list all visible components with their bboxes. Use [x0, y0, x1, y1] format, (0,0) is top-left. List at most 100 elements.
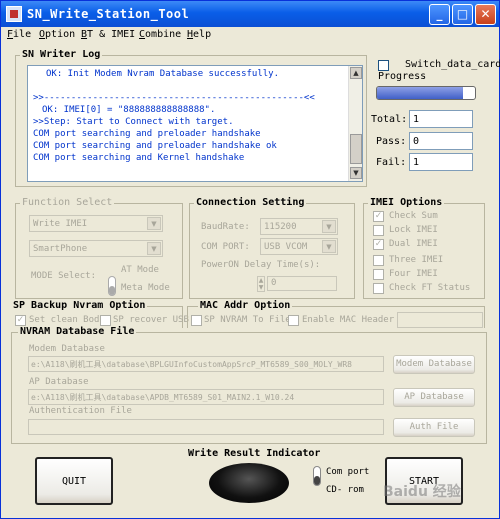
ap-database-path[interactable]: e:\A118\刷机工具\database\APDB_MT6589_S01_MA…	[28, 389, 384, 405]
fail-field[interactable]: 1	[409, 153, 473, 171]
result-indicator-led	[209, 463, 289, 503]
check-ft-status-checkbox[interactable]	[373, 283, 384, 294]
com-port-option[interactable]: Com port	[326, 467, 369, 477]
mac-addr-title: MAC Addr Option	[198, 300, 293, 311]
mac-header-field[interactable]	[397, 312, 483, 328]
sp-recover-usb-checkbox[interactable]	[100, 315, 111, 326]
check-sum-label: Check Sum	[389, 211, 438, 221]
set-clean-bod-label: Set clean Bod	[29, 315, 100, 325]
baudrate-value: 115200	[264, 222, 297, 232]
mode-option-meta[interactable]: Meta Mode	[121, 283, 170, 293]
app-icon	[6, 6, 22, 22]
log-textbox[interactable]: OK: Init Modem Nvram Database successful…	[27, 65, 363, 182]
mode-option-at[interactable]: AT Mode	[121, 265, 159, 275]
log-line: OK: IMEI[0] = "888888888888888".	[42, 105, 216, 115]
enable-mac-header-label: Enable MAC Header	[302, 315, 395, 325]
check-ft-status-label: Check FT Status	[389, 283, 471, 293]
comport-select[interactable]: USB VCOM ▼	[260, 238, 338, 255]
modem-database-label: Modem Database	[29, 344, 105, 354]
scroll-thumb[interactable]	[350, 134, 362, 164]
imei-options-title: IMEI Options	[368, 197, 445, 208]
chevron-down-icon: ▼	[322, 240, 336, 253]
watermark: Baidu 经验	[383, 484, 461, 500]
baudrate-select[interactable]: 115200 ▼	[260, 218, 338, 235]
phone-type-value: SmartPhone	[33, 244, 88, 254]
close-button[interactable]: ✕	[475, 4, 496, 25]
chevron-down-icon: ▼	[147, 217, 161, 230]
authentication-file-label: Authentication File	[29, 406, 132, 416]
fail-label: Fail:	[376, 157, 407, 168]
connection-setting-title: Connection Setting	[194, 197, 307, 208]
log-scrollbar[interactable]: ▲ ▼	[348, 66, 362, 181]
log-line: COM port searching and Kernel handshake	[33, 153, 245, 163]
modem-database-button[interactable]: Modem Database	[393, 355, 475, 374]
log-line: COM port searching and preloader handsha…	[33, 129, 261, 139]
authentication-file-path[interactable]	[28, 419, 384, 435]
log-title: SN Writer Log	[20, 49, 103, 60]
log-line: OK: Init Modem Nvram Database successful…	[46, 69, 279, 79]
log-line: >>Step: Start to Connect with target.	[33, 117, 234, 127]
minimize-button[interactable]: _	[429, 4, 450, 25]
comport-label: COM PORT:	[201, 242, 250, 252]
title-bar: SN_Write_Station_Tool _ □ ✕	[1, 1, 499, 27]
app-window: SN_Write_Station_Tool _ □ ✕ File Option …	[0, 0, 500, 519]
total-label: Total:	[371, 114, 408, 125]
switch-data-card-checkbox[interactable]	[378, 60, 389, 71]
write-result-indicator-title: Write Result Indicator	[188, 448, 321, 459]
enable-mac-header-checkbox[interactable]	[288, 315, 299, 326]
four-imei-label: Four IMEI	[389, 269, 438, 279]
total-field[interactable]: 1	[409, 110, 473, 128]
sp-recover-usb-label: SP recover USB	[113, 315, 189, 325]
ap-database-button[interactable]: AP Database	[393, 388, 475, 407]
menu-option[interactable]: Option	[39, 29, 75, 40]
phone-type-select[interactable]: SmartPhone ▼	[29, 240, 163, 257]
delay-label: PowerON Delay Time(s):	[201, 260, 321, 270]
mode-select-label: MODE Select:	[31, 271, 97, 281]
maximize-button[interactable]: □	[452, 4, 473, 25]
delay-field[interactable]: 0	[267, 276, 337, 291]
function-select-title: Function Select	[20, 197, 115, 208]
nvram-database-title: NVRAM Database File	[18, 326, 137, 337]
write-type-value: Write IMEI	[33, 219, 88, 229]
sp-backup-title: SP Backup Nvram Option	[11, 300, 148, 311]
lock-imei-checkbox[interactable]	[373, 225, 384, 236]
com-cdrom-toggle[interactable]	[313, 466, 321, 486]
delay-spinner[interactable]: ▲ ▼	[257, 276, 265, 292]
sp-nvram-to-file-label: SP NVRAM To File	[204, 315, 291, 325]
scroll-up-icon[interactable]: ▲	[350, 67, 362, 79]
dual-imei-checkbox[interactable]: ✓	[373, 239, 384, 250]
chevron-down-icon: ▼	[147, 242, 161, 255]
modem-database-path[interactable]: e:\A118\刷机工具\database\BPLGUInfoCustomApp…	[28, 356, 384, 372]
scroll-down-icon[interactable]: ▼	[350, 167, 362, 179]
three-imei-label: Three IMEI	[389, 255, 444, 265]
progress-label: Progress	[378, 71, 427, 82]
window-title: SN_Write_Station_Tool	[27, 7, 190, 21]
menu-help[interactable]: Help	[187, 29, 211, 40]
log-line: >>--------------------------------------…	[33, 93, 315, 103]
ap-database-label: AP Database	[29, 377, 89, 387]
menu-file[interactable]: File	[7, 29, 31, 40]
menu-bar: File Option BT & IMEI Combine Help	[1, 27, 499, 44]
mode-toggle[interactable]	[108, 276, 116, 296]
comport-value: USB VCOM	[264, 242, 308, 252]
auth-file-button[interactable]: Auth File	[393, 418, 475, 437]
baudrate-label: BaudRate:	[201, 222, 250, 232]
set-clean-bod-checkbox[interactable]: ✓	[15, 315, 26, 326]
progress-fill	[377, 87, 464, 99]
sp-nvram-to-file-checkbox[interactable]	[191, 315, 202, 326]
switch-data-card-label: Switch_data_card	[405, 59, 500, 70]
log-line: COM port searching and preloader handsha…	[33, 141, 277, 151]
four-imei-checkbox[interactable]	[373, 269, 384, 280]
menu-bt-imei[interactable]: BT & IMEI	[81, 29, 135, 40]
chevron-down-icon: ▼	[322, 220, 336, 233]
dual-imei-label: Dual IMEI	[389, 239, 438, 249]
progress-bar	[376, 86, 476, 100]
cd-rom-option[interactable]: CD- rom	[326, 485, 364, 495]
pass-label: Pass:	[376, 136, 407, 147]
write-type-select[interactable]: Write IMEI ▼	[29, 215, 163, 232]
three-imei-checkbox[interactable]	[373, 255, 384, 266]
menu-combine[interactable]: Combine	[139, 29, 181, 40]
quit-button[interactable]: QUIT	[35, 457, 113, 505]
check-sum-checkbox[interactable]: ✓	[373, 211, 384, 222]
pass-field[interactable]: 0	[409, 132, 473, 150]
